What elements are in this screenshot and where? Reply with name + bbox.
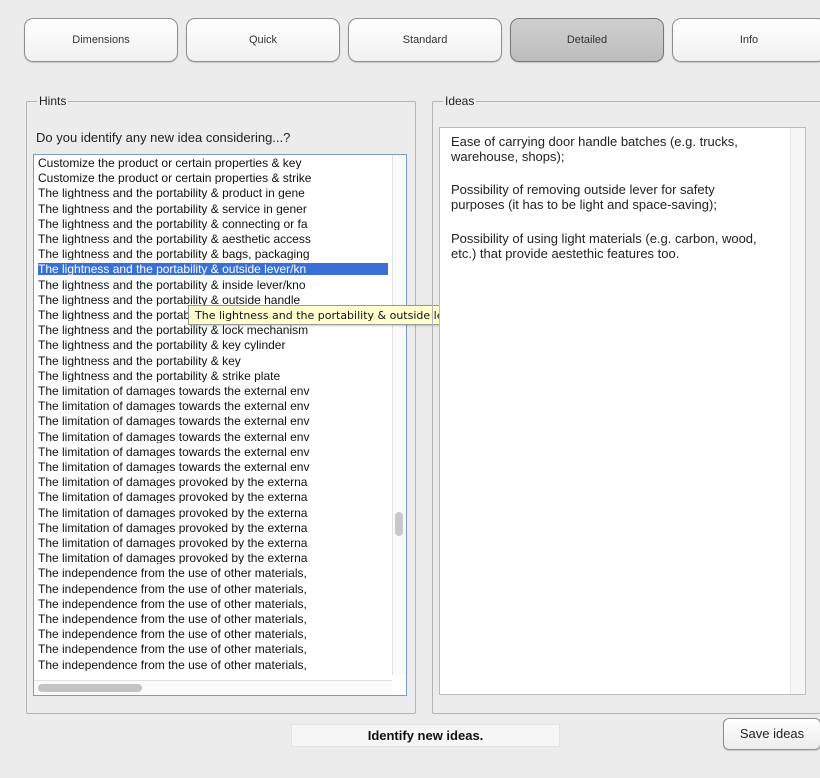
hint-item[interactable]: The lightness and the portability & insi…: [38, 279, 388, 291]
hint-item[interactable]: The lightness and the portability & serv…: [38, 203, 388, 215]
idea-entry: Possibility of using light materials (e.…: [451, 231, 757, 261]
hint-item[interactable]: The limitation of damages provoked by th…: [38, 491, 388, 503]
tab-quick[interactable]: Quick: [186, 18, 340, 62]
idea-entry: Ease of carrying door handle batches (e.…: [451, 134, 738, 164]
hint-item[interactable]: The lightness and the portability & stri…: [38, 370, 388, 382]
hints-vertical-scroll-thumb[interactable]: [395, 512, 403, 536]
hint-item[interactable]: The limitation of damages towards the ex…: [38, 415, 388, 427]
hint-item[interactable]: Customize the product or certain propert…: [38, 172, 388, 184]
hint-item[interactable]: The limitation of damages towards the ex…: [38, 446, 388, 458]
tab-info[interactable]: Info: [672, 18, 820, 62]
hint-item[interactable]: The independence from the use of other m…: [38, 643, 388, 655]
hint-item[interactable]: The independence from the use of other m…: [38, 567, 388, 579]
hint-item[interactable]: The independence from the use of other m…: [38, 598, 388, 610]
hint-item[interactable]: The independence from the use of other m…: [38, 659, 388, 671]
tab-detailed[interactable]: Detailed: [510, 18, 664, 62]
hint-item[interactable]: The independence from the use of other m…: [38, 583, 388, 595]
ideas-legend: Ideas: [445, 94, 475, 108]
hint-item[interactable]: The limitation of damages provoked by th…: [38, 552, 388, 564]
tab-standard[interactable]: Standard: [348, 18, 502, 62]
hints-list[interactable]: Customize the product or certain propert…: [33, 154, 407, 696]
tab-dimensions[interactable]: Dimensions: [24, 18, 178, 62]
hints-vertical-scrollbar[interactable]: [392, 155, 406, 675]
tab-bar: Dimensions Quick Standard Detailed Info: [24, 18, 820, 64]
hint-item[interactable]: The lightness and the portability & key …: [38, 339, 388, 351]
hint-item[interactable]: The limitation of damages provoked by th…: [38, 537, 388, 549]
status-message: Identify new ideas.: [291, 724, 560, 747]
hint-item[interactable]: The lightness and the portability & outs…: [38, 294, 388, 306]
hint-item[interactable]: The limitation of damages towards the ex…: [38, 431, 388, 443]
hint-item[interactable]: The lightness and the portability & aest…: [38, 233, 388, 245]
hint-item[interactable]: The lightness and the portability & conn…: [38, 218, 388, 230]
hints-horizontal-scrollbar[interactable]: [34, 680, 392, 695]
hint-item[interactable]: The lightness and the portability & bags…: [38, 248, 388, 260]
hint-item-selected[interactable]: The lightness and the portability & outs…: [38, 263, 388, 276]
hint-item[interactable]: The limitation of damages towards the ex…: [38, 461, 388, 473]
hints-legend: Hints: [39, 94, 67, 108]
hint-item[interactable]: The lightness and the portability & lock…: [38, 324, 388, 336]
hint-item[interactable]: The limitation of damages towards the ex…: [38, 385, 388, 397]
hint-item[interactable]: The limitation of damages provoked by th…: [38, 476, 388, 488]
hints-question: Do you identify any new idea considering…: [36, 130, 291, 145]
hint-item[interactable]: The independence from the use of other m…: [38, 628, 388, 640]
ideas-vertical-scrollbar[interactable]: [790, 128, 805, 694]
hint-item[interactable]: The limitation of damages provoked by th…: [38, 507, 388, 519]
ideas-text-area[interactable]: Ease of carrying door handle batches (e.…: [439, 127, 806, 695]
hint-item[interactable]: The independence from the use of other m…: [38, 613, 388, 625]
idea-entry: Possibility of removing outside lever fo…: [451, 182, 717, 212]
hint-item[interactable]: The limitation of damages towards the ex…: [38, 400, 388, 412]
hints-horizontal-scroll-thumb[interactable]: [38, 684, 142, 692]
save-ideas-button[interactable]: Save ideas: [723, 718, 820, 750]
hint-item[interactable]: The limitation of damages provoked by th…: [38, 522, 388, 534]
hint-item[interactable]: Customize the product or certain propert…: [38, 157, 388, 169]
hint-item[interactable]: The lightness and the portability & key: [38, 355, 388, 367]
hint-item[interactable]: The lightness and the portability & prod…: [38, 187, 388, 199]
